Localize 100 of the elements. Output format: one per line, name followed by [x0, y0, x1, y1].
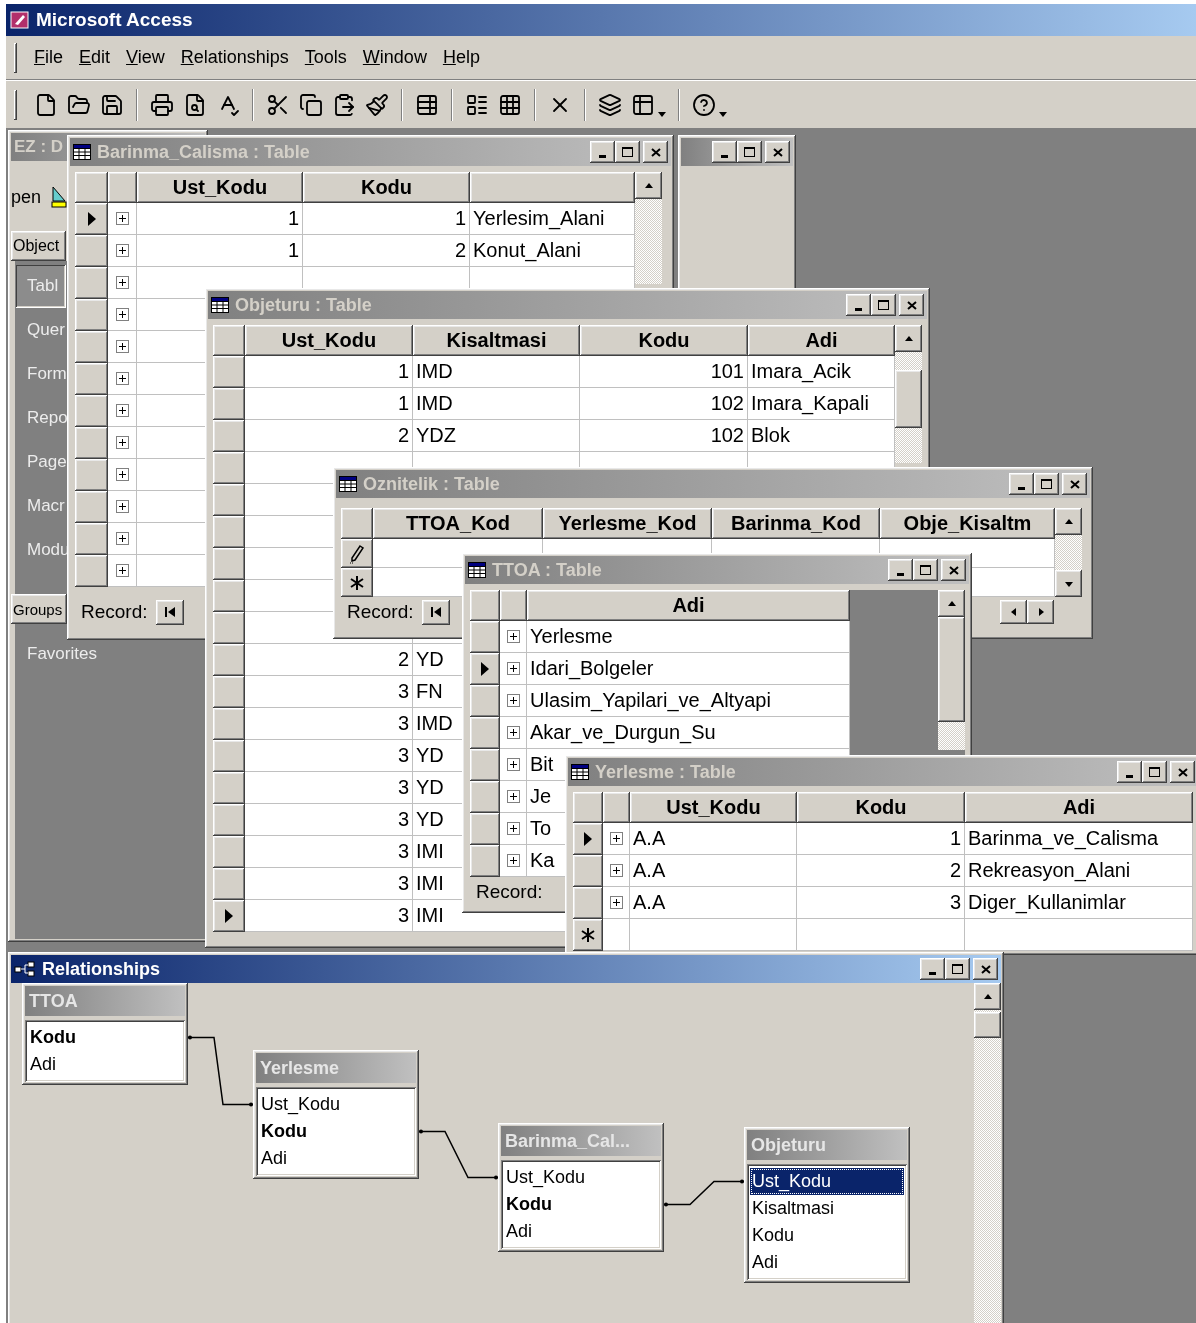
- column-header[interactable]: Adi: [965, 792, 1193, 823]
- cut-icon[interactable]: [266, 92, 290, 117]
- menu-item[interactable]: Tools: [297, 43, 354, 72]
- maximize-button[interactable]: [945, 958, 970, 980]
- close-button[interactable]: [973, 958, 998, 980]
- row-selector[interactable]: [75, 427, 108, 459]
- menu-item[interactable]: Window: [355, 43, 434, 72]
- direct-relationships-icon[interactable]: [465, 92, 489, 117]
- row-selector[interactable]: [213, 676, 245, 708]
- maximize-button[interactable]: [871, 294, 896, 316]
- menu-item[interactable]: Edit: [72, 43, 118, 72]
- expand-icon[interactable]: [115, 244, 129, 257]
- row-selector[interactable]: [213, 548, 245, 580]
- expand-icon[interactable]: [115, 276, 129, 289]
- row-selector[interactable]: [213, 516, 245, 548]
- expand-icon[interactable]: [115, 532, 129, 545]
- field-name[interactable]: Kodu: [28, 1024, 182, 1051]
- scroll-up-button[interactable]: [635, 172, 662, 199]
- column-header[interactable]: Ust_Kodu: [630, 792, 797, 823]
- row-selector[interactable]: [470, 845, 500, 877]
- row-selector[interactable]: [213, 580, 245, 612]
- row-selector[interactable]: [341, 568, 373, 597]
- copy-icon[interactable]: [299, 92, 323, 117]
- row-selector[interactable]: [213, 644, 245, 676]
- row-selector[interactable]: [470, 781, 500, 813]
- row-selector[interactable]: [341, 539, 373, 568]
- scroll-down-button[interactable]: [1055, 570, 1082, 597]
- minimize-button[interactable]: [1009, 473, 1034, 495]
- close-button[interactable]: [1062, 473, 1087, 495]
- row-selector[interactable]: [75, 267, 108, 299]
- column-header[interactable]: TTOA_Kod: [373, 508, 543, 539]
- field-name[interactable]: Adi: [28, 1051, 182, 1078]
- table-box[interactable]: Objeturu Ust_Kodu Kisaltmasi Kodu Adi: [744, 1127, 910, 1283]
- close-button[interactable]: [765, 141, 790, 163]
- column-header[interactable]: Kisaltmasi: [413, 325, 580, 356]
- scroll-thumb[interactable]: [938, 617, 965, 722]
- field-name[interactable]: Kodu: [504, 1191, 658, 1218]
- row-selector[interactable]: [213, 772, 245, 804]
- vertical-scrollbar[interactable]: [895, 325, 922, 463]
- row-selector[interactable]: [75, 491, 108, 523]
- row-selector[interactable]: [470, 621, 500, 653]
- scroll-right-button[interactable]: [1027, 600, 1054, 624]
- expand-icon[interactable]: [506, 822, 520, 835]
- paintbrush-icon[interactable]: [365, 92, 389, 117]
- minimize-button[interactable]: [590, 141, 615, 163]
- column-header[interactable]: Yerlesme_Kod: [543, 508, 712, 539]
- maximize-button[interactable]: [737, 141, 762, 163]
- row-selector[interactable]: [213, 484, 245, 516]
- expand-icon[interactable]: [506, 854, 520, 867]
- row-selector[interactable]: [213, 868, 245, 900]
- row-selector[interactable]: [573, 887, 603, 919]
- row-selector[interactable]: [75, 395, 108, 427]
- menu-item[interactable]: Help: [435, 43, 487, 72]
- row-selector[interactable]: [75, 555, 108, 587]
- scroll-thumb[interactable]: [974, 1012, 1001, 1038]
- vertical-scrollbar[interactable]: [635, 172, 662, 284]
- menu-item[interactable]: Relationships: [173, 43, 296, 72]
- save-icon[interactable]: [100, 92, 124, 117]
- expand-icon[interactable]: [115, 564, 129, 577]
- column-header[interactable]: Ust_Kodu: [245, 325, 413, 356]
- first-record-button[interactable]: [155, 599, 184, 625]
- print-preview-icon[interactable]: [183, 92, 207, 117]
- caret-icon[interactable]: [658, 112, 666, 118]
- all-relationships-icon[interactable]: [498, 92, 522, 117]
- groups-button[interactable]: Groups: [11, 594, 67, 624]
- close-button[interactable]: [941, 559, 966, 581]
- menu-item[interactable]: File: [27, 43, 70, 72]
- maximize-button[interactable]: [913, 559, 938, 581]
- new-object-icon[interactable]: [631, 92, 655, 117]
- close-button[interactable]: [899, 294, 924, 316]
- row-selector[interactable]: [213, 708, 245, 740]
- field-name[interactable]: Adi: [259, 1145, 413, 1172]
- row-selector[interactable]: [470, 749, 500, 781]
- open-folder-icon[interactable]: [67, 92, 91, 117]
- show-table-icon[interactable]: [415, 92, 439, 117]
- field-name[interactable]: Ust_Kodu: [750, 1168, 904, 1195]
- row-selector[interactable]: [573, 823, 603, 855]
- field-name[interactable]: Ust_Kodu: [504, 1164, 658, 1191]
- expand-icon[interactable]: [115, 468, 129, 481]
- row-selector[interactable]: [75, 299, 108, 331]
- vertical-scrollbar[interactable]: [974, 983, 1001, 1323]
- row-selector[interactable]: [470, 813, 500, 845]
- scroll-up-button[interactable]: [895, 325, 922, 352]
- minimize-button[interactable]: [846, 294, 871, 316]
- row-selector[interactable]: [213, 452, 245, 484]
- minimize-button[interactable]: [712, 141, 737, 163]
- row-selector[interactable]: [213, 388, 245, 420]
- row-selector[interactable]: [75, 363, 108, 395]
- row-selector[interactable]: [75, 331, 108, 363]
- field-name[interactable]: Adi: [504, 1218, 658, 1245]
- row-selector[interactable]: [213, 804, 245, 836]
- column-header[interactable]: Kodu: [797, 792, 965, 823]
- row-selector[interactable]: [75, 459, 108, 491]
- row-selector[interactable]: [213, 420, 245, 452]
- expand-icon[interactable]: [506, 630, 520, 643]
- row-selector[interactable]: [470, 717, 500, 749]
- field-name[interactable]: Kodu: [259, 1118, 413, 1145]
- maximize-button[interactable]: [1034, 473, 1059, 495]
- help-icon[interactable]: [692, 92, 716, 117]
- column-header[interactable]: Ust_Kodu: [137, 172, 303, 203]
